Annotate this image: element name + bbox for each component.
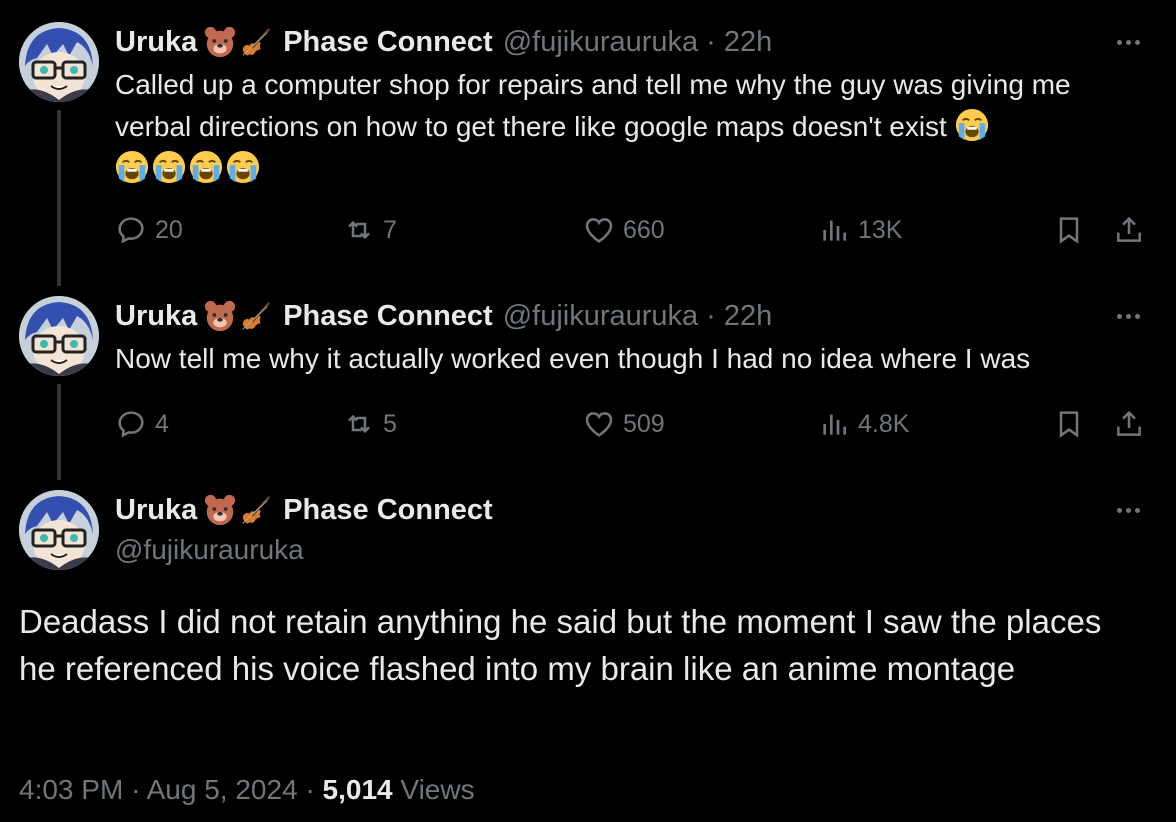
- share-icon: [1117, 216, 1141, 242]
- repost-icon: [348, 414, 370, 434]
- more-options-icon[interactable]: [1110, 500, 1146, 520]
- avatar[interactable]: [19, 296, 99, 376]
- post-time[interactable]: 22h: [724, 26, 772, 59]
- like-button[interactable]: 509: [583, 404, 665, 444]
- repost-icon: [348, 220, 370, 240]
- reply-button[interactable]: 4: [115, 404, 169, 444]
- repost-button[interactable]: 7: [343, 210, 397, 250]
- analytics-icon: [823, 414, 846, 435]
- tweet-text: Now tell me why it actually worked even …: [115, 338, 1135, 380]
- post-time[interactable]: 4:03 PM: [19, 774, 123, 805]
- main-tweet-text: Deadass I did not retain anything he sai…: [19, 603, 1102, 687]
- like-button[interactable]: 660: [583, 210, 665, 250]
- violin-icon: [239, 299, 273, 333]
- tweet-header: Uruka Phase Connect @fujikurauruka · 22h: [115, 296, 772, 336]
- user-handle[interactable]: @fujikurauruka: [503, 26, 698, 59]
- reply-button[interactable]: 20: [115, 210, 183, 250]
- bookmark-icon: [1059, 217, 1079, 244]
- bear-face-icon: [203, 25, 237, 59]
- thread-connector: [57, 384, 61, 480]
- bear-face-icon: [203, 299, 237, 333]
- display-name[interactable]: Uruka: [115, 494, 197, 527]
- post-metadata: 4:03 PM · Aug 5, 2024 · 5,014 Views: [19, 774, 475, 806]
- violin-icon: [239, 25, 273, 59]
- repost-count: 5: [383, 409, 397, 438]
- separator-dot: ·: [131, 774, 141, 805]
- loudly-crying-face-icon: [115, 150, 149, 184]
- repost-count: 7: [383, 215, 397, 244]
- loudly-crying-face-icon: [955, 108, 989, 142]
- tweet-text-content: Called up a computer shop for repairs an…: [115, 69, 1071, 142]
- share-icon: [1117, 410, 1141, 436]
- bookmark-button[interactable]: [1053, 404, 1085, 444]
- avatar[interactable]: [19, 22, 99, 102]
- tweet-header: Uruka Phase Connect @fujikurauruka · 22h: [115, 22, 772, 62]
- more-options-icon[interactable]: [1110, 32, 1146, 52]
- violin-icon: [239, 493, 273, 527]
- reply-count: 4: [155, 409, 169, 438]
- post-date[interactable]: Aug 5, 2024: [147, 774, 298, 805]
- tweet-actions: 20 7 660 13K: [115, 210, 1155, 250]
- post-time[interactable]: 22h: [724, 300, 772, 333]
- loudly-crying-face-icon: [226, 150, 260, 184]
- affiliation-label[interactable]: Phase Connect: [283, 300, 493, 333]
- tweet-header: Uruka Phase Connect: [115, 490, 493, 530]
- like-count: 509: [623, 409, 665, 438]
- bear-face-icon: [203, 493, 237, 527]
- views-count: 5,014: [322, 774, 393, 805]
- like-count: 660: [623, 215, 665, 244]
- bookmark-icon: [1059, 411, 1079, 438]
- display-name[interactable]: Uruka: [115, 300, 197, 333]
- avatar[interactable]: [19, 490, 99, 570]
- analytics-icon: [823, 220, 846, 241]
- views-button[interactable]: 13K: [818, 210, 902, 250]
- heart-icon: [585, 412, 613, 437]
- loudly-crying-face-icon: [189, 150, 223, 184]
- loudly-crying-face-icon: [152, 150, 186, 184]
- repost-button[interactable]: 5: [343, 404, 397, 444]
- share-button[interactable]: [1113, 210, 1145, 250]
- user-handle[interactable]: @fujikurauruka: [115, 534, 304, 566]
- reply-count: 20: [155, 215, 183, 244]
- heart-icon: [585, 218, 613, 243]
- reply-icon: [118, 217, 144, 244]
- more-options-icon[interactable]: [1110, 306, 1146, 326]
- affiliation-label[interactable]: Phase Connect: [283, 26, 493, 59]
- share-button[interactable]: [1113, 404, 1145, 444]
- reply-icon: [118, 411, 144, 438]
- separator-dot: ·: [706, 25, 716, 58]
- thread-connector: [57, 110, 61, 286]
- views-label: Views: [400, 774, 475, 805]
- separator-dot: ·: [706, 299, 716, 332]
- display-name[interactable]: Uruka: [115, 26, 197, 59]
- tweet-text: Called up a computer shop for repairs an…: [115, 64, 1135, 190]
- tweet-text-content: Now tell me why it actually worked even …: [115, 343, 1031, 374]
- affiliation-label[interactable]: Phase Connect: [283, 494, 493, 527]
- views-count: 4.8K: [858, 409, 910, 438]
- user-handle[interactable]: @fujikurauruka: [503, 300, 698, 333]
- separator-dot: ·: [305, 774, 315, 805]
- views-count: 13K: [858, 215, 903, 244]
- views-button[interactable]: 4.8K: [818, 404, 909, 444]
- crying-emoji-row: [115, 150, 263, 184]
- bookmark-button[interactable]: [1053, 210, 1085, 250]
- tweet-actions: 4 5 509 4.8K: [115, 404, 1155, 444]
